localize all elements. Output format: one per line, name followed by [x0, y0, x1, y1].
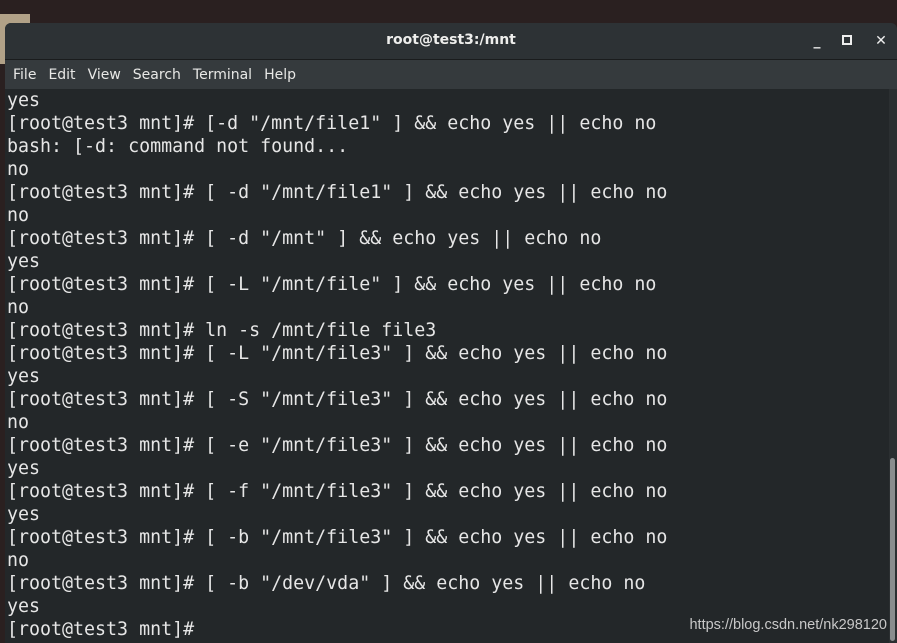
terminal-line: yes — [7, 251, 41, 272]
terminal-line: yes — [7, 90, 41, 111]
minimize-icon: _ — [813, 33, 821, 49]
terminal-line: [root@test3 mnt]# [ -b "/dev/vda" ] && e… — [7, 573, 646, 594]
menu-terminal[interactable]: Terminal — [187, 67, 258, 83]
menu-file[interactable]: File — [7, 67, 42, 83]
terminal-line: [root@test3 mnt]# [ -d "/mnt" ] && echo … — [7, 228, 602, 249]
terminal-line: bash: [-d: command not found... — [7, 136, 349, 157]
menu-view[interactable]: View — [82, 67, 127, 83]
maximize-button[interactable] — [838, 32, 856, 50]
terminal-line: [root@test3 mnt]# [ -b "/mnt/file3" ] &&… — [7, 527, 668, 548]
scrollbar-thumb[interactable] — [890, 458, 895, 641]
title-bar: root@test3:/mnt _ ✕ — [5, 23, 897, 60]
menu-search[interactable]: Search — [127, 67, 187, 83]
scrollbar[interactable] — [889, 89, 897, 643]
terminal-line: [root@test3 mnt]# [ -L "/mnt/file3" ] &&… — [7, 343, 668, 364]
terminal-line: [root@test3 mnt]# [ -e "/mnt/file3" ] &&… — [7, 435, 668, 456]
terminal-line: no — [7, 205, 30, 226]
terminal-line: [root@test3 mnt]# [ -f "/mnt/file3" ] &&… — [7, 481, 668, 502]
terminal-line: [root@test3 mnt]# [ -S "/mnt/file3" ] &&… — [7, 389, 668, 410]
terminal-line: yes — [7, 458, 41, 479]
menu-help[interactable]: Help — [258, 67, 302, 83]
terminal-line: no — [7, 550, 30, 571]
close-button[interactable]: ✕ — [872, 32, 890, 50]
close-icon: ✕ — [875, 33, 887, 49]
terminal-line: [root@test3 mnt]# ln -s /mnt/file file3 — [7, 320, 437, 341]
terminal-window: root@test3:/mnt _ ✕ File Edit View Searc… — [5, 23, 897, 643]
terminal-line: no — [7, 412, 30, 433]
terminal-line: [root@test3 mnt]# [ -L "/mnt/file" ] && … — [7, 274, 657, 295]
terminal-line: [root@test3 mnt]# [-d "/mnt/file1" ] && … — [7, 113, 657, 134]
terminal-output[interactable]: yes [root@test3 mnt]# [-d "/mnt/file1" ] … — [5, 89, 889, 643]
terminal-line: no — [7, 297, 30, 318]
minimize-button[interactable]: _ — [808, 32, 826, 50]
watermark: https://blog.csdn.net/nk298120 — [689, 617, 887, 633]
maximize-icon — [842, 35, 852, 45]
terminal-line: no — [7, 159, 30, 180]
terminal-line: yes — [7, 504, 41, 525]
terminal-line: yes — [7, 366, 41, 387]
menu-bar: File Edit View Search Terminal Help — [5, 60, 897, 89]
terminal-line: yes — [7, 596, 41, 617]
window-title: root@test3:/mnt — [386, 32, 516, 48]
terminal-line: [root@test3 mnt]# [ -d "/mnt/file1" ] &&… — [7, 182, 668, 203]
menu-edit[interactable]: Edit — [42, 67, 81, 83]
